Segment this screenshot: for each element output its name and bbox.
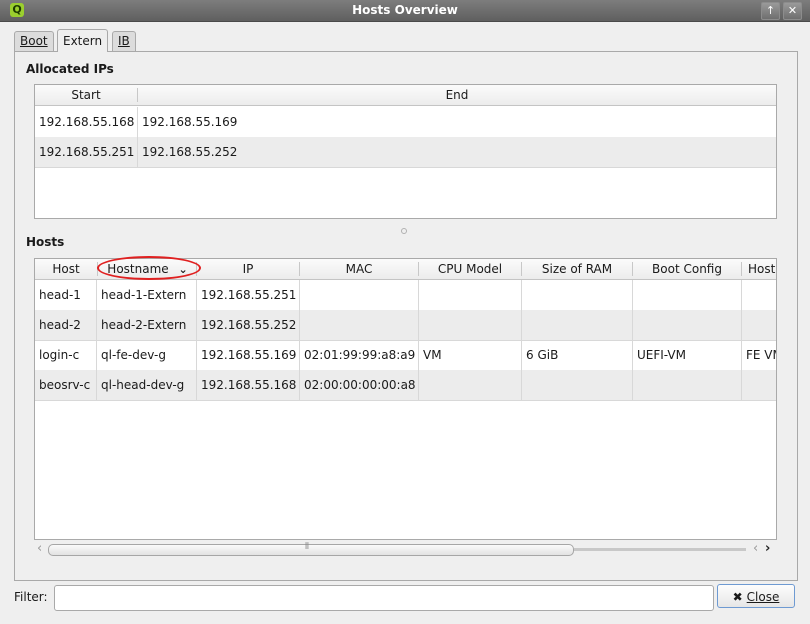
tab-label: Boot xyxy=(20,34,48,48)
cell-boot-config xyxy=(633,310,742,340)
column-header-cpu-model[interactable]: CPU Model xyxy=(419,259,521,279)
cell-host: beosrv-c xyxy=(35,370,97,400)
horizontal-scrollbar[interactable]: ‹ ⦀ ‹ › xyxy=(34,541,776,557)
cell-boot-config xyxy=(633,370,742,400)
table-row[interactable]: login-c ql-fe-dev-g 192.168.55.169 02:01:99… xyxy=(35,340,776,371)
tab-boot[interactable]: Boot xyxy=(14,31,54,51)
cell-ip: 192.168.55.168 xyxy=(197,370,300,400)
cell-cpu-model: VM xyxy=(419,340,522,370)
tab-label: IB xyxy=(118,34,130,48)
allocated-ips-table[interactable]: Start End 192.168.55.168 192.168.55.169 … xyxy=(34,84,777,219)
scroll-left-step-icon[interactable]: ‹ xyxy=(753,541,758,556)
window-titlebar: Q Hosts Overview ↑ ✕ xyxy=(0,0,810,22)
close-icon: ✖ xyxy=(732,590,743,604)
cell-host-extra xyxy=(742,280,776,310)
close-button[interactable]: ✖ Close xyxy=(717,584,795,608)
column-header-label: Hostname xyxy=(107,262,169,276)
scrollbar-thumb[interactable]: ⦀ xyxy=(48,542,574,556)
hosts-table[interactable]: Host Hostname ⌄ IP MAC CPU Model Size of… xyxy=(34,258,777,540)
column-header-start[interactable]: Start xyxy=(35,85,137,105)
window-up-button[interactable]: ↑ xyxy=(761,2,780,20)
cell-hostname: ql-fe-dev-g xyxy=(97,340,197,370)
cell-end: 192.168.55.169 xyxy=(142,115,238,129)
scroll-right-icon[interactable]: › xyxy=(765,541,770,556)
column-header-boot-config[interactable]: Boot Config xyxy=(633,259,741,279)
cell-ram xyxy=(522,370,633,400)
cell-end: 192.168.55.252 xyxy=(142,145,238,159)
tab-extern[interactable]: Extern xyxy=(57,29,109,52)
scroll-left-icon[interactable]: ‹ xyxy=(37,541,42,556)
table-row[interactable]: head-2 head-2-Extern 192.168.55.252 xyxy=(35,310,776,341)
tab-ib[interactable]: IB xyxy=(112,31,136,51)
table-header: Host Hostname ⌄ IP MAC CPU Model Size of… xyxy=(35,259,776,280)
cell-ram xyxy=(522,310,633,340)
cell-cpu-model xyxy=(419,310,522,340)
cell-boot-config: UEFI-VM xyxy=(633,340,742,370)
table-row[interactable]: beosrv-c ql-head-dev-g 192.168.55.168 02:00… xyxy=(35,370,776,401)
column-header-ram[interactable]: Size of RAM xyxy=(522,259,632,279)
filter-label: Filter: xyxy=(14,590,48,604)
column-header-ip[interactable]: IP xyxy=(197,259,299,279)
cell-cpu-model xyxy=(419,370,522,400)
cell-host: head-1 xyxy=(35,280,97,310)
column-header-mac[interactable]: MAC xyxy=(300,259,418,279)
window-close-button[interactable]: ✕ xyxy=(783,2,802,20)
cell-mac: 02:01:99:99:a8:a9 xyxy=(300,340,419,370)
cell-start: 192.168.55.168 xyxy=(35,107,138,137)
cell-hostname: head-2-Extern xyxy=(97,310,197,340)
table-row[interactable]: 192.168.55.251 192.168.55.252 xyxy=(35,137,776,168)
close-button-label: Close xyxy=(746,590,780,604)
table-row[interactable]: head-1 head-1-Extern 192.168.55.251 xyxy=(35,280,776,311)
cell-boot-config xyxy=(633,280,742,310)
cell-hostname: ql-head-dev-g xyxy=(97,370,197,400)
filter-input[interactable] xyxy=(54,585,714,611)
column-header-host-extra[interactable]: Host xyxy=(742,259,776,279)
hosts-title: Hosts xyxy=(26,235,65,249)
cell-ip: 192.168.55.251 xyxy=(197,280,300,310)
scrollbar-track xyxy=(574,548,746,551)
tab-label: Extern xyxy=(63,34,103,48)
cell-host-extra xyxy=(742,310,776,340)
cell-start: 192.168.55.251 xyxy=(35,137,138,167)
cell-cpu-model xyxy=(419,280,522,310)
cell-mac xyxy=(300,310,419,340)
sort-descending-icon: ⌄ xyxy=(178,263,188,276)
cell-mac: 02:00:00:00:00:a8 xyxy=(300,370,419,400)
window-title: Hosts Overview xyxy=(352,3,458,17)
column-header-hostname[interactable]: Hostname ⌄ xyxy=(98,259,197,280)
cell-ip: 192.168.55.169 xyxy=(197,340,300,370)
splitter-handle[interactable] xyxy=(401,228,407,234)
column-header-end[interactable]: End xyxy=(138,85,776,105)
cell-hostname: head-1-Extern xyxy=(97,280,197,310)
cell-ram xyxy=(522,280,633,310)
grip-icon: ⦀ xyxy=(305,542,309,552)
cell-ip: 192.168.55.252 xyxy=(197,310,300,340)
table-header: Start End xyxy=(35,85,776,106)
cell-host: head-2 xyxy=(35,310,97,340)
allocated-ips-title: Allocated IPs xyxy=(26,62,114,76)
column-header-host[interactable]: Host xyxy=(35,259,97,279)
cell-mac xyxy=(300,280,419,310)
cell-host-extra: FE VM xyxy=(746,348,776,362)
cell-ram: 6 GiB xyxy=(522,340,633,370)
table-row[interactable]: 192.168.55.168 192.168.55.169 xyxy=(35,107,776,138)
cell-host: login-c xyxy=(35,340,97,370)
cell-host-extra xyxy=(742,370,776,400)
